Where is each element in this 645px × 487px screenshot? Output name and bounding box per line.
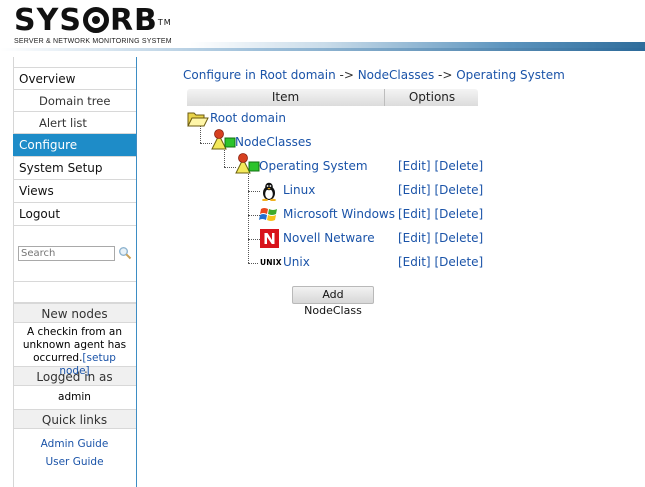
linux-link[interactable]: Linux (283, 183, 315, 197)
new-nodes-body: A checkin from an unknown agent has occu… (13, 323, 136, 377)
column-item: Item (187, 89, 385, 106)
user-guide-link[interactable]: User Guide (45, 456, 103, 468)
quick-links-body: Admin Guide User Guide (13, 429, 136, 474)
trademark: TM (157, 18, 172, 27)
logo-subtitle: SERVER & NETWORK MONITORING SYSTEM (14, 38, 172, 45)
column-options: Options (408, 90, 456, 104)
delete-button[interactable]: [Delete] (434, 255, 483, 269)
tree-connector (224, 150, 225, 167)
options-operating-system: [Edit] [Delete] (398, 159, 483, 173)
nav-overview[interactable]: Overview (13, 67, 136, 90)
nav-system-setup[interactable]: System Setup (13, 157, 136, 180)
nav-logout[interactable]: Logout (13, 203, 136, 226)
header: SYS RBTM SERVER & NETWORK MONITORING SYST… (0, 0, 645, 57)
nodeclass-icon (211, 129, 236, 150)
logo-text-left: SYS (14, 3, 82, 38)
unix-icon: UNIX (259, 258, 283, 267)
breadcrumb-operating-system[interactable]: Operating System (456, 68, 565, 82)
logged-in-user: admin (58, 391, 91, 403)
logo-orb-icon (82, 7, 109, 33)
root-domain-link[interactable]: Root domain (210, 111, 286, 125)
tree-row-root: Root domain (210, 111, 286, 131)
windows-icon (259, 208, 277, 221)
sidebar-spacer (13, 282, 136, 303)
breadcrumb: Configure in Root domain -> NodeClasses … (183, 68, 565, 82)
delete-button[interactable]: [Delete] (434, 207, 483, 221)
nav-configure[interactable]: Configure (13, 134, 136, 157)
folder-icon (187, 112, 209, 127)
options-windows: [Edit] [Delete] (398, 207, 483, 221)
tree-row-unix: Unix (283, 255, 310, 275)
tree-connector (200, 126, 201, 143)
options-novell: [Edit] [Delete] (398, 231, 483, 245)
breadcrumb-separator: -> (434, 68, 457, 82)
operating-system-link[interactable]: Operating System (259, 159, 368, 173)
delete-button[interactable]: [Delete] (434, 231, 483, 245)
breadcrumb-nodeclasses[interactable]: NodeClasses (358, 68, 435, 82)
logo-text-right: RB (109, 3, 158, 38)
tree-row-nodeclasses: NodeClasses (235, 135, 312, 155)
breadcrumb-separator: -> (335, 68, 358, 82)
edit-button[interactable]: [Edit] (398, 183, 431, 197)
linux-icon (262, 182, 276, 201)
edit-button[interactable]: [Edit] (398, 207, 431, 221)
nav-views[interactable]: Views (13, 180, 136, 203)
sysorb-logo[interactable]: SYS RBTM (14, 6, 172, 36)
edit-button[interactable]: [Edit] (398, 231, 431, 245)
microsoft-windows-link[interactable]: Microsoft Windows (283, 207, 395, 221)
tree-connector (248, 239, 260, 240)
search-input[interactable] (18, 246, 115, 261)
search-section (13, 226, 136, 282)
header-stripe-bottom (0, 48, 645, 51)
novell-icon (260, 229, 279, 248)
new-nodes-heading: New nodes (13, 303, 136, 323)
tree-connector (248, 191, 260, 192)
search-icon[interactable] (118, 246, 132, 260)
nodeclasses-link[interactable]: NodeClasses (235, 135, 312, 149)
edit-button[interactable]: [Edit] (398, 159, 431, 173)
nodeclass-icon (235, 153, 260, 174)
unix-link[interactable]: Unix (283, 255, 310, 269)
novell-netware-link[interactable]: Novell Netware (283, 231, 375, 245)
sidebar: Overview Domain tree Alert list Configur… (13, 57, 137, 487)
tree-row-operating-system: Operating System (259, 159, 368, 179)
options-unix: [Edit] [Delete] (398, 255, 483, 269)
tree-row-novell: Novell Netware (283, 231, 375, 251)
tree-connector (248, 174, 249, 263)
quick-links-heading: Quick links (13, 409, 136, 429)
tree-row-linux: Linux (283, 183, 315, 203)
nav-alert-list[interactable]: Alert list (13, 112, 136, 134)
admin-guide-link[interactable]: Admin Guide (41, 438, 109, 450)
table-header: Item Options (187, 89, 478, 106)
edit-button[interactable]: [Edit] (398, 255, 431, 269)
nav-domain-tree[interactable]: Domain tree (13, 90, 136, 112)
delete-button[interactable]: [Delete] (434, 183, 483, 197)
breadcrumb-root[interactable]: Configure in Root domain (183, 68, 336, 82)
delete-button[interactable]: [Delete] (434, 159, 483, 173)
tree-row-windows: Microsoft Windows (283, 207, 395, 227)
add-nodeclass-button[interactable]: Add NodeClass (292, 286, 374, 317)
logged-in-heading: Logged in as (13, 366, 136, 386)
options-linux: [Edit] [Delete] (398, 183, 483, 197)
